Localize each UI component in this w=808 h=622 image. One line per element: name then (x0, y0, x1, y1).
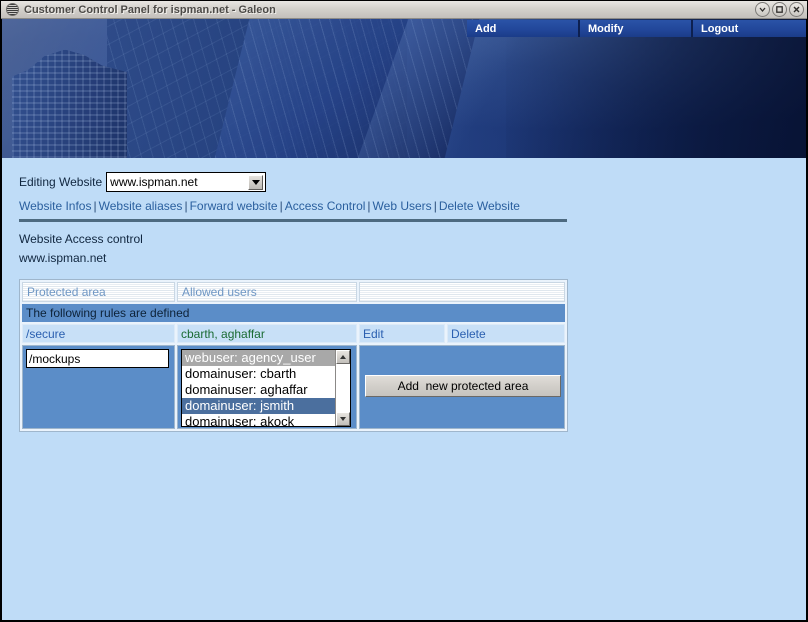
minimize-icon[interactable] (755, 2, 770, 17)
scroll-up-icon[interactable] (336, 350, 350, 364)
topnav-label: Add (475, 22, 497, 35)
nav-sep: | (184, 199, 188, 213)
allowed-users-listbox[interactable]: webuser: agency_user domainuser: cbarth … (181, 349, 351, 427)
topnav-label: Logout (701, 22, 739, 35)
nav-sep: | (93, 199, 97, 213)
topnav-item-add[interactable]: Add (467, 20, 580, 37)
status-bar-label: The following rules are defined (26, 306, 190, 320)
chevron-down-icon[interactable] (248, 175, 264, 190)
maximize-icon[interactable] (772, 2, 787, 17)
column-header-allowed-users: Allowed users (177, 282, 357, 302)
status-bar: The following rules are defined (22, 304, 565, 322)
column-header-actions (359, 282, 565, 302)
add-new-protected-area-button[interactable]: Add new protected area (365, 375, 561, 397)
editing-website-row: Editing Website www.ispman.net (19, 172, 806, 192)
topnav-label: Modify (588, 22, 624, 35)
list-item[interactable]: domainuser: akock (182, 414, 335, 426)
scrollbar-track[interactable] (336, 364, 350, 412)
application-window: Customer Control Panel for ispman.net - … (0, 0, 808, 622)
topnav-item-logout[interactable]: Logout (693, 20, 806, 37)
panel-new-protected-area (22, 345, 175, 429)
protected-area-link[interactable]: /secure (26, 327, 65, 341)
nav-link-web-users[interactable]: Web Users (373, 199, 432, 213)
table-header-row: Protected area Allowed users (22, 282, 565, 302)
listbox-scrollbar[interactable] (335, 350, 350, 426)
listbox-items: webuser: agency_user domainuser: cbarth … (182, 350, 335, 426)
edit-link[interactable]: Edit (363, 327, 384, 341)
cell-delete: Delete (447, 324, 565, 343)
app-icon (6, 3, 19, 16)
divider (19, 219, 567, 222)
column-header-protected-area: Protected area (22, 282, 175, 302)
editing-website-label: Editing Website (19, 175, 103, 189)
nav-link-delete-website[interactable]: Delete Website (439, 199, 520, 213)
section-navigation: Website Infos | Website aliases | Forward we… (19, 199, 806, 213)
browser-viewport: Add Modify Logout Editing Website www.is… (1, 19, 807, 621)
window-titlebar: Customer Control Panel for ispman.net - … (1, 1, 807, 19)
nav-link-website-infos[interactable]: Website Infos (19, 199, 91, 213)
list-item[interactable]: domainuser: jsmith (182, 398, 335, 414)
table-row: /secure cbarth, aghaffar Edit Delete (22, 324, 565, 343)
nav-link-website-aliases[interactable]: Website aliases (99, 199, 183, 213)
website-select[interactable]: www.ispman.net (106, 172, 267, 192)
list-item[interactable]: domainuser: cbarth (182, 366, 335, 382)
table-status-row: The following rules are defined (22, 304, 565, 322)
nav-sep: | (433, 199, 437, 213)
nav-link-access-control[interactable]: Access Control (285, 199, 366, 213)
panel-add-action: Add new protected area (359, 345, 565, 429)
nav-sep: | (367, 199, 371, 213)
table-new-rule-row: webuser: agency_user domainuser: cbarth … (22, 345, 565, 429)
allowed-users-value: cbarth, aghaffar (181, 326, 265, 341)
page-title: Website Access control (19, 232, 143, 246)
top-navigation: Add Modify Logout (2, 20, 806, 37)
cell-edit: Edit (359, 324, 445, 343)
cell-protected-area: /secure (22, 324, 175, 343)
nav-sep: | (279, 199, 283, 213)
website-select-value: www.ispman.net (110, 175, 198, 189)
banner-shadow (506, 19, 806, 158)
nav-link-forward-website[interactable]: Forward website (190, 199, 278, 213)
page-subtitle: www.ispman.net (19, 251, 107, 265)
column-header-label: Protected area (27, 285, 106, 299)
list-item[interactable]: webuser: agency_user (182, 350, 335, 366)
site-banner-image: Add Modify Logout (2, 19, 806, 158)
window-title: Customer Control Panel for ispman.net - … (24, 3, 276, 16)
protected-area-input[interactable] (26, 349, 169, 368)
access-control-table: Protected area Allowed users The followi… (19, 279, 568, 432)
scroll-down-icon[interactable] (336, 412, 350, 426)
topnav-item-modify[interactable]: Modify (580, 20, 693, 37)
delete-link[interactable]: Delete (451, 327, 486, 341)
window-controls (755, 2, 804, 17)
list-item[interactable]: domainuser: aghaffar (182, 382, 335, 398)
panel-allowed-users: webuser: agency_user domainuser: cbarth … (177, 345, 357, 429)
close-icon[interactable] (789, 2, 804, 17)
column-header-label: Allowed users (182, 285, 257, 299)
cell-allowed-users: cbarth, aghaffar (177, 324, 357, 343)
page-content: Editing Website www.ispman.net Website I… (2, 158, 806, 432)
